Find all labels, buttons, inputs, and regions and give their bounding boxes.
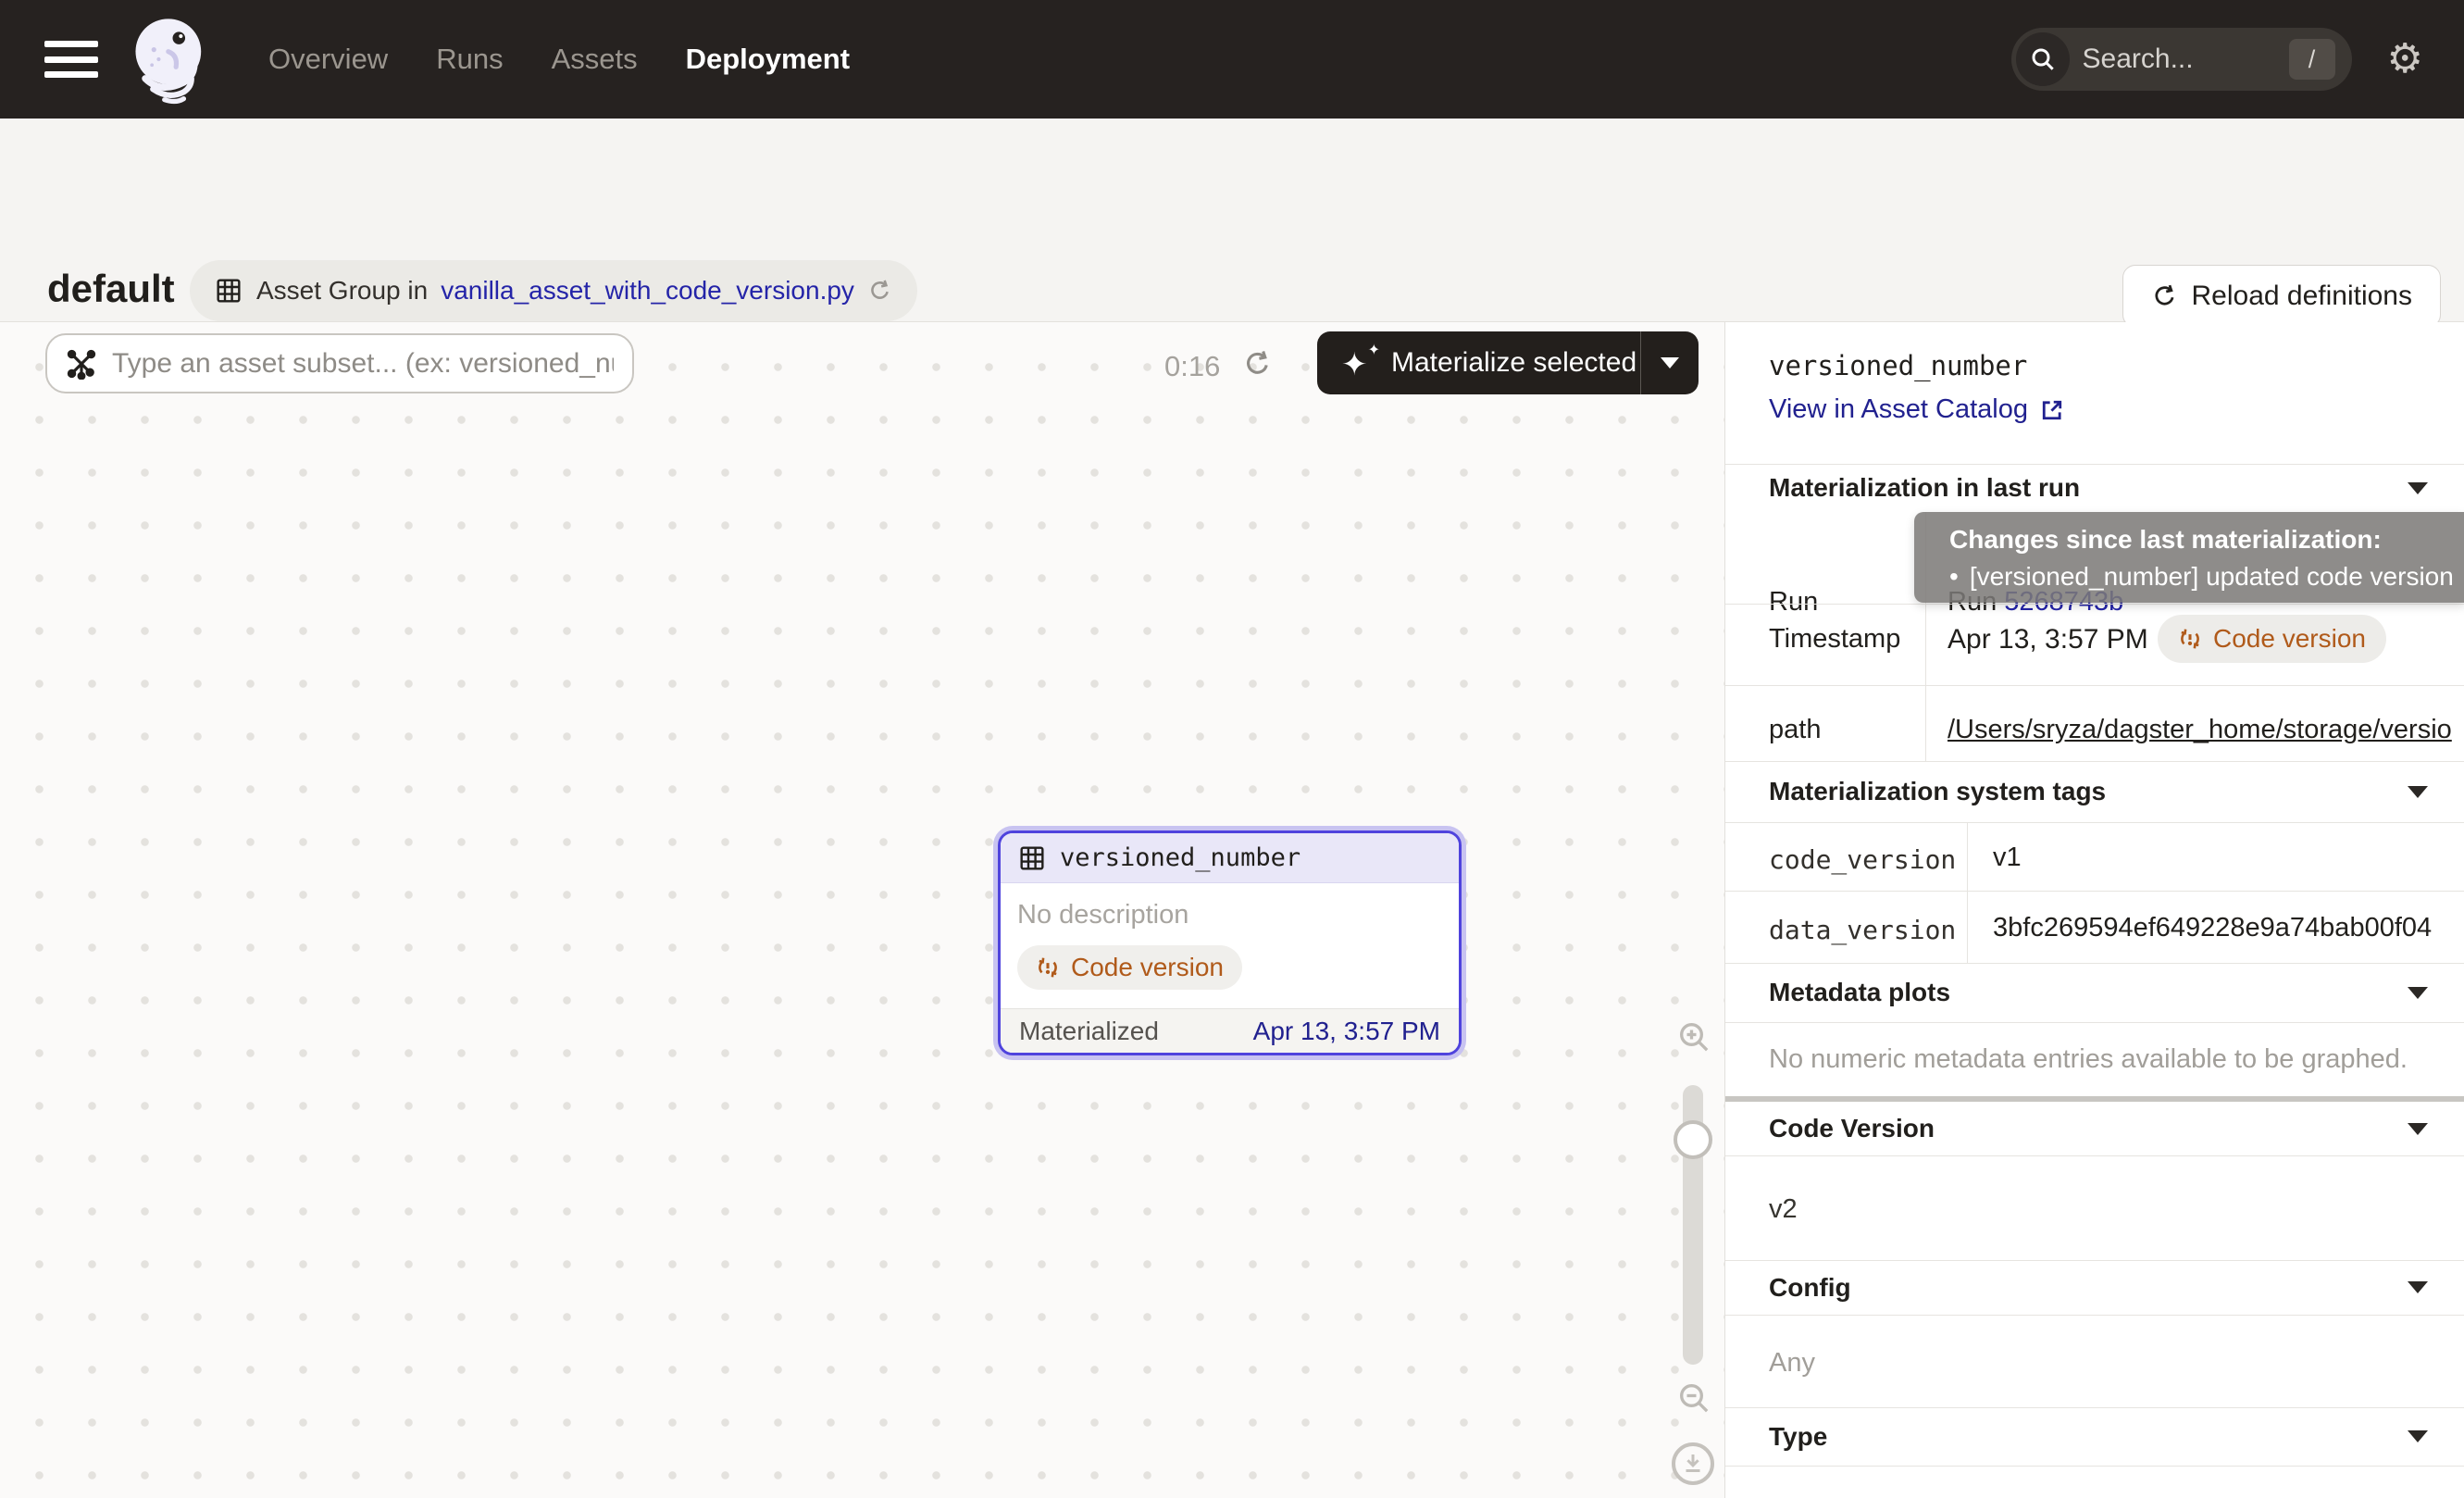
nav-runs[interactable]: Runs (436, 43, 503, 76)
code-version-badge: Code version (1017, 945, 1242, 990)
chevron-down-icon (1661, 357, 1679, 368)
chevron-down-icon (2408, 1430, 2428, 1442)
asset-node-versioned-number[interactable]: versioned_number No description Code ver… (998, 830, 1462, 1055)
chevron-down-icon (2408, 1281, 2428, 1293)
download-image-button[interactable] (1672, 1442, 1714, 1485)
page-title: default (47, 267, 175, 311)
chevron-down-icon (2408, 482, 2428, 494)
section-config[interactable]: Config (1725, 1260, 2464, 1315)
search-shortcut-key: / (2289, 39, 2335, 80)
section-metadata-plots[interactable]: Metadata plots (1725, 963, 2464, 1022)
materialize-dropdown-button[interactable] (1641, 357, 1699, 368)
system-tag-value: 3bfc269594ef649228e9a74bab00f04 (1993, 913, 2464, 943)
chevron-down-icon (2408, 987, 2428, 999)
section-type[interactable]: Type (1725, 1407, 2464, 1466)
asset-subset-filter[interactable] (45, 333, 634, 393)
refresh-icon (2151, 282, 2179, 310)
asset-node-header: versioned_number (1001, 833, 1459, 883)
tooltip-change-item: [versioned_number] updated code version (1970, 562, 2454, 592)
changes-since-materialization-tooltip: Changes since last materialization: • [v… (1914, 512, 2464, 603)
reload-definitions-label: Reload definitions (2192, 281, 2413, 312)
tooltip-bullet: • (1949, 562, 1959, 592)
zoom-controls (1662, 1011, 1724, 1492)
asset-subset-input[interactable] (112, 348, 614, 380)
timestamp-row-label: Timestamp (1769, 624, 1900, 655)
sparkle-icon: ✦✦ (1341, 343, 1376, 383)
section-code-version[interactable]: Code Version (1725, 1102, 2464, 1155)
grid-icon (1017, 843, 1047, 873)
grid-icon (214, 276, 243, 306)
path-row-label: path (1769, 715, 1821, 745)
search-box[interactable]: / (2011, 28, 2352, 91)
asset-detail-sidebar: versioned_number View in Asset Catalog M… (1724, 322, 2464, 1498)
asset-group-prefix: Asset Group in (256, 276, 428, 306)
settings-gear-icon[interactable]: ⚙ (2387, 39, 2423, 80)
asset-group-file-link[interactable]: vanilla_asset_with_code_version.py (441, 276, 854, 306)
zoom-out-button[interactable] (1675, 1379, 1712, 1417)
materialize-selected-label: Materialize selected (1391, 347, 1636, 379)
zoom-in-button[interactable] (1675, 1018, 1712, 1055)
code-version-badge: Code version (2158, 615, 2386, 663)
section-label: Type (1769, 1422, 1827, 1452)
section-label: Materialization system tags (1769, 777, 2106, 806)
asset-node-description: No description (1017, 900, 1442, 930)
reload-definitions-button[interactable]: Reload definitions (2122, 265, 2442, 328)
dagster-logo-icon[interactable] (124, 11, 220, 107)
code-version-value: v2 (1769, 1194, 1798, 1225)
section-materialization-in-last-run[interactable]: Materialization in last run (1725, 464, 2464, 512)
code-version-badge-label: Code version (1071, 953, 1224, 982)
nav-assets[interactable]: Assets (552, 43, 638, 76)
asset-node-title: versioned_number (1060, 843, 1300, 872)
path-row-value-link[interactable]: /Users/sryza/dagster_home/storage/versio (1948, 715, 2464, 745)
config-value: Any (1769, 1348, 1815, 1379)
materialized-timestamp-link[interactable]: Apr 13, 3:57 PM (1253, 1017, 1440, 1046)
nav-links: Overview Runs Assets Deployment (268, 43, 850, 76)
section-label: Config (1769, 1273, 1851, 1303)
sidebar-asset-title: versioned_number (1769, 350, 2027, 381)
code-version-badge-label: Code version (2213, 624, 2366, 654)
chevron-down-icon (2408, 786, 2428, 798)
search-input[interactable] (2083, 44, 2259, 75)
system-tag-key: data_version (1769, 915, 1956, 945)
system-tag-key: code_version (1769, 844, 1956, 875)
code-version-changed-icon (1036, 955, 1060, 980)
external-link-icon (2039, 397, 2065, 423)
section-materialization-system-tags[interactable]: Materialization system tags (1725, 761, 2464, 822)
view-in-asset-catalog-link[interactable]: View in Asset Catalog (1769, 394, 2065, 425)
zoom-slider-handle[interactable] (1674, 1120, 1712, 1159)
asset-group-badge: Asset Group in vanilla_asset_with_code_v… (190, 260, 917, 321)
search-icon (2016, 32, 2070, 86)
dagster-app: Overview Runs Assets Deployment / ⚙ defa… (0, 0, 2464, 1498)
section-label: Code Version (1769, 1114, 1935, 1143)
nav-overview[interactable]: Overview (268, 43, 388, 76)
tooltip-title: Changes since last materialization: (1949, 525, 2464, 555)
top-nav: Overview Runs Assets Deployment / ⚙ (0, 0, 2464, 119)
materialize-selected-button[interactable]: ✦✦ Materialize selected (1317, 331, 1699, 394)
lineage-canvas[interactable]: 0:16 ✦✦ Materialize selected (0, 322, 1724, 1498)
nav-deployment[interactable]: Deployment (686, 43, 850, 76)
asset-node-body: No description Code version (1001, 883, 1459, 1008)
section-label: Metadata plots (1769, 978, 1950, 1007)
refresh-icon[interactable] (1242, 348, 1274, 380)
timestamp-row-value: Apr 13, 3:57 PM (1948, 624, 2148, 655)
code-version-changed-icon (2178, 627, 2202, 651)
page-header: default Asset Group in vanilla_asset_wit… (0, 119, 2464, 322)
menu-icon[interactable] (44, 41, 98, 78)
refresh-timer: 0:16 (1164, 350, 1220, 383)
refresh-icon[interactable] (867, 278, 893, 304)
asset-node-footer: Materialized Apr 13, 3:57 PM (1001, 1008, 1459, 1053)
section-label: Materialization in last run (1769, 473, 2080, 503)
asset-graph-icon (66, 348, 97, 380)
view-in-asset-catalog-label: View in Asset Catalog (1769, 394, 2028, 425)
chevron-down-icon (2408, 1123, 2428, 1135)
run-row-label: Run (1769, 587, 1818, 618)
metadata-plots-empty-message: No numeric metadata entries available to… (1769, 1044, 2408, 1075)
system-tag-value: v1 (1993, 843, 2464, 873)
materialized-status-label: Materialized (1019, 1017, 1159, 1046)
